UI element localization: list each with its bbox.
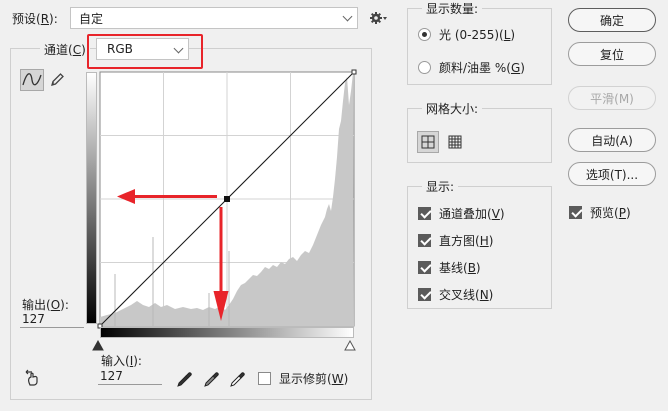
checkbox[interactable] — [569, 205, 582, 219]
checkbox[interactable] — [418, 260, 431, 274]
curve-control-point — [224, 196, 230, 202]
checkbox[interactable] — [418, 233, 431, 247]
show-amount-title: 显示数量: — [422, 0, 483, 17]
pencil-icon — [51, 73, 64, 86]
baseline-checkbox[interactable]: 基线(B) — [418, 258, 481, 276]
radio-button[interactable] — [418, 60, 431, 74]
pencil-tool[interactable] — [45, 69, 69, 91]
checkbox[interactable] — [258, 371, 271, 385]
simple-grid-icon — [421, 135, 435, 149]
grid-size-title: 网格大小: — [422, 100, 483, 117]
show-panel: 显示: 通道叠加(V) 直方图(H) 基线(B) 交叉线(N) — [407, 178, 552, 309]
detailed-grid-button[interactable] — [444, 131, 466, 153]
on-image-adjust-tool[interactable] — [22, 369, 44, 390]
channel-select[interactable]: RGB — [96, 38, 189, 60]
show-amount-panel: 显示数量: 光 (0-255)(L) 颜料/油墨 %(G) — [407, 0, 552, 85]
input-gradient-bar — [100, 327, 354, 338]
channel-overlays-checkbox[interactable]: 通道叠加(V) — [418, 204, 505, 222]
histogram-checkbox[interactable]: 直方图(H) — [418, 231, 493, 249]
input-field[interactable]: 127 — [98, 367, 162, 385]
hand-arrows-icon — [25, 369, 38, 386]
curve-endpoint-white — [351, 69, 357, 75]
output-gradient-bar — [86, 72, 97, 324]
curve-icon — [22, 73, 42, 86]
curves-graph[interactable] — [97, 69, 357, 329]
output-value: 127 — [22, 312, 45, 326]
preset-select[interactable]: 自定 — [70, 7, 358, 29]
checkbox[interactable] — [418, 287, 431, 301]
options-button[interactable]: 选项(T)... — [568, 162, 656, 186]
white-eyedropper-icon[interactable] — [229, 370, 247, 391]
black-eyedropper-icon[interactable] — [176, 370, 194, 391]
input-value: 127 — [100, 369, 123, 383]
ok-button[interactable]: 确定 — [568, 8, 656, 32]
reset-button[interactable]: 复位 — [568, 42, 656, 66]
preset-options-gear-icon[interactable] — [369, 10, 389, 26]
channel-value: RGB — [107, 42, 133, 56]
checkbox[interactable] — [418, 206, 431, 220]
chevron-down-icon — [173, 43, 184, 54]
show-title: 显示: — [422, 178, 459, 195]
radio-button[interactable] — [418, 27, 431, 41]
chevron-down-icon — [342, 11, 353, 22]
curve-point-tool[interactable] — [20, 69, 44, 91]
radio-pigment[interactable]: 颜料/油墨 %(G) — [418, 58, 525, 76]
radio-light[interactable]: 光 (0-255)(L) — [418, 25, 515, 43]
simple-grid-button[interactable] — [417, 131, 439, 153]
preview-checkbox[interactable]: 预览(P) — [569, 203, 631, 221]
smooth-button: 平滑(M) — [568, 86, 656, 110]
show-clipping-checkbox[interactable]: 显示修剪(W) — [258, 369, 348, 387]
gray-eyedropper-icon[interactable] — [203, 370, 221, 391]
preset-label: 预设(R): — [12, 12, 58, 26]
white-point-slider[interactable] — [344, 339, 356, 354]
output-field[interactable]: 127 — [20, 310, 84, 328]
auto-button[interactable]: 自动(A) — [568, 128, 656, 152]
intersection-line-checkbox[interactable]: 交叉线(N) — [418, 285, 493, 303]
detailed-grid-icon — [448, 135, 462, 149]
show-clipping-label: 显示修剪(W) — [279, 371, 349, 386]
grid-size-panel: 网格大小: — [407, 100, 552, 163]
channel-label: 通道(C) — [40, 40, 90, 60]
preset-value: 自定 — [79, 11, 104, 26]
